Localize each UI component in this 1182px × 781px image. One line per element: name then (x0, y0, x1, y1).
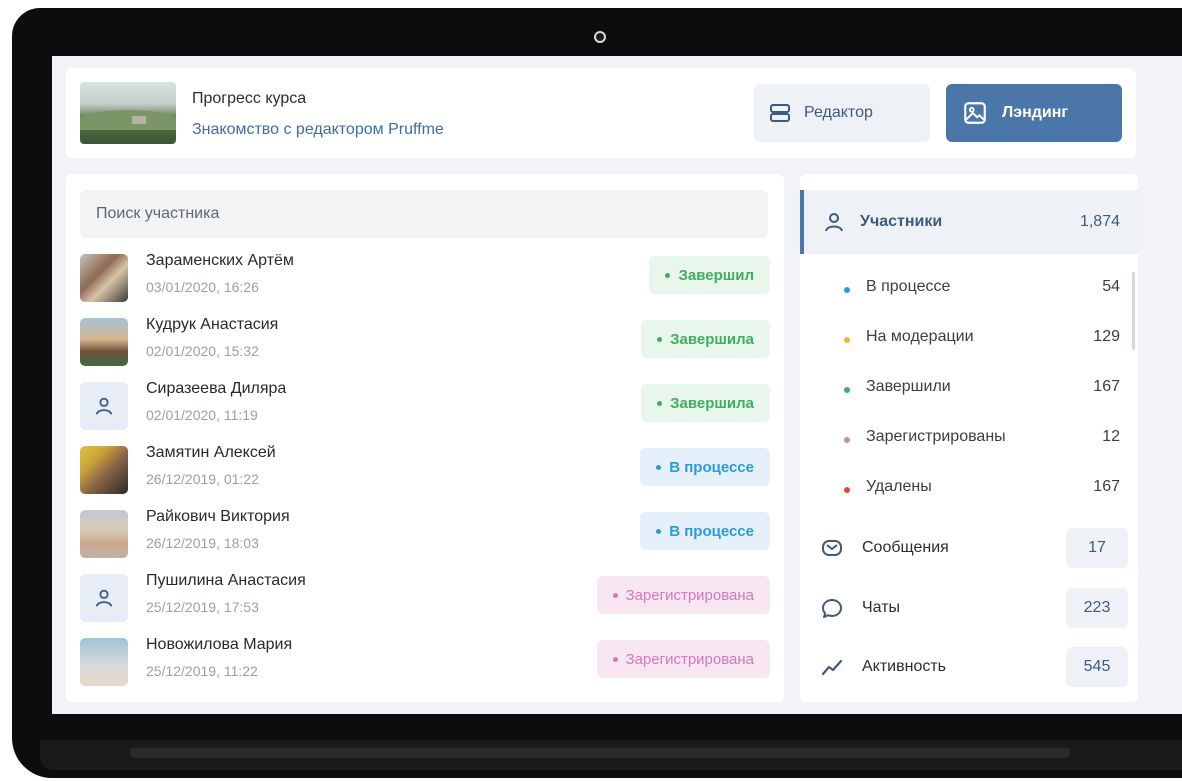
scrollbar[interactable] (1132, 272, 1135, 350)
participant-name: Кудрук Анастасия (146, 316, 279, 333)
search-input[interactable] (80, 190, 768, 238)
user-icon (95, 397, 113, 415)
participants-count: 1,874 (1079, 213, 1120, 230)
stat-label: Удалены (866, 478, 932, 495)
status-badge: Завершила (641, 320, 770, 358)
status-dot (844, 287, 850, 293)
avatar (80, 318, 128, 366)
app-screen: Прогресс курса Знакомство с редактором P… (52, 56, 1182, 714)
stat-label: Завершили (866, 378, 951, 395)
editor-icon (770, 104, 790, 122)
course-title-link[interactable]: Знакомство с редактором Pruffme (192, 121, 444, 139)
activity-link[interactable]: Активность 545 (800, 645, 1138, 689)
user-icon (825, 213, 843, 232)
participant-date: 26/12/2019, 01:22 (146, 471, 259, 487)
participant-date: 25/12/2019, 11:22 (146, 663, 258, 679)
status-badge: Завершил (649, 256, 770, 294)
stat-count: 12 (1102, 428, 1120, 445)
editor-button-label: Редактор (804, 104, 873, 121)
avatar (80, 574, 128, 622)
participants-tab[interactable]: Участники 1,874 (800, 190, 1138, 254)
list-item[interactable]: Райкович Виктория 26/12/2019, 18:03 В пр… (80, 506, 770, 570)
status-badge: Зарегистрирована (596, 640, 770, 678)
activity-chart-icon (821, 659, 843, 676)
messages-label: Сообщения (862, 539, 949, 556)
stat-registered[interactable]: Зарегистрированы 12 (800, 412, 1138, 462)
editor-button[interactable]: Редактор (754, 84, 930, 142)
participants-label: Участники (860, 213, 943, 230)
list-item[interactable]: Пушилина Анастасия 25/12/2019, 17:53 Зар… (80, 570, 770, 634)
list-item[interactable]: Сиразеева Диляра 02/01/2020, 11:19 Завер… (80, 378, 770, 442)
participant-name: Замятин Алексей (146, 444, 276, 461)
chat-bubble-icon (822, 599, 842, 618)
stat-label: Зарегистрированы (866, 428, 1006, 445)
stat-label: На модерации (866, 328, 974, 345)
stat-moderation[interactable]: На модерации 129 (800, 312, 1138, 362)
participant-name: Пушилина Анастасия (146, 572, 306, 589)
participant-date: 25/12/2019, 17:53 (146, 599, 259, 615)
stat-deleted[interactable]: Удалены 167 (800, 462, 1138, 512)
participant-date: 03/01/2020, 16:26 (146, 279, 259, 295)
stat-count: 167 (1093, 378, 1120, 395)
status-badge: Зарегистрирована (596, 576, 770, 614)
avatar (80, 382, 128, 430)
status-dot (844, 387, 850, 393)
laptop-frame: Прогресс курса Знакомство с редактором P… (0, 0, 1182, 781)
status-badge: Завершила (641, 384, 770, 422)
status-stats: В процессе 54 На модерации 129 Завершили… (800, 262, 1138, 512)
activity-label: Активность (862, 658, 947, 675)
participant-name: Сиразеева Диляра (146, 380, 287, 397)
status-dot (844, 437, 850, 443)
avatar (80, 638, 128, 686)
laptop-hinge (130, 748, 1070, 758)
list-item[interactable]: Замятин Алексей 26/12/2019, 01:22 В проц… (80, 442, 770, 506)
participant-name: Райкович Виктория (146, 508, 290, 525)
stats-panel: Участники 1,874 В процессе 54 На модерац… (800, 174, 1138, 702)
chats-link[interactable]: Чаты 223 (800, 586, 1138, 630)
stat-count: 167 (1093, 478, 1120, 495)
user-icon (95, 589, 113, 607)
stat-completed[interactable]: Завершили 167 (800, 362, 1138, 412)
chats-label: Чаты (862, 599, 901, 616)
status-badge: В процессе (640, 448, 770, 486)
participants-list: Зараменских Артём 03/01/2020, 16:26 Заве… (80, 250, 770, 698)
participant-date: 02/01/2020, 15:32 (146, 343, 259, 359)
participant-name: Новожилова Мария (146, 636, 293, 653)
status-dot (844, 337, 850, 343)
stat-in-progress[interactable]: В процессе 54 (800, 262, 1138, 312)
list-item[interactable]: Зараменских Артём 03/01/2020, 16:26 Заве… (80, 250, 770, 314)
mail-icon (822, 540, 842, 556)
participant-date: 26/12/2019, 18:03 (146, 535, 259, 551)
camera-icon (594, 31, 606, 43)
chats-count: 223 (1066, 588, 1128, 628)
image-icon (964, 102, 986, 124)
landing-button-label: Лэндинг (1002, 104, 1069, 121)
participant-date: 02/01/2020, 11:19 (146, 407, 258, 423)
participants-panel: Зараменских Артём 03/01/2020, 16:26 Заве… (66, 174, 784, 702)
list-item[interactable]: Кудрук Анастасия 02/01/2020, 15:32 Завер… (80, 314, 770, 378)
avatar (80, 510, 128, 558)
activity-count: 545 (1066, 647, 1128, 687)
stat-label: В процессе (866, 278, 951, 295)
list-item[interactable]: Новожилова Мария 25/12/2019, 11:22 Зарег… (80, 634, 770, 698)
stat-count: 54 (1102, 278, 1120, 295)
status-badge: В процессе (640, 512, 770, 550)
avatar (80, 254, 128, 302)
course-thumbnail (80, 82, 176, 144)
avatar (80, 446, 128, 494)
landing-button[interactable]: Лэндинг (946, 84, 1122, 142)
messages-count: 17 (1066, 528, 1128, 568)
status-dot (844, 487, 850, 493)
course-progress-label: Прогресс курса (192, 90, 307, 107)
participant-name: Зараменских Артём (146, 252, 294, 269)
course-header: Прогресс курса Знакомство с редактором P… (66, 68, 1136, 158)
messages-link[interactable]: Сообщения 17 (800, 526, 1138, 570)
stat-count: 129 (1093, 328, 1120, 345)
